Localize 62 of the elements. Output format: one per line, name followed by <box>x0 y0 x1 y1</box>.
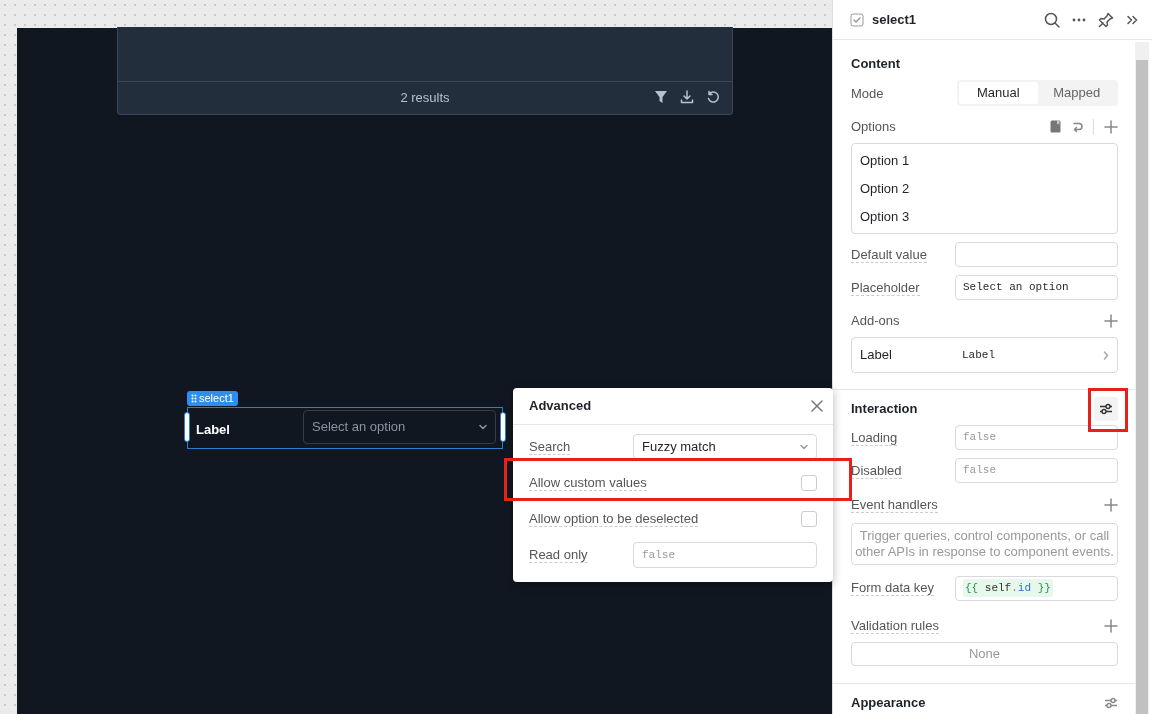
checkbox-icon <box>850 12 864 27</box>
loop-icon[interactable] <box>1071 120 1083 133</box>
field-label: Mode <box>851 85 884 101</box>
code-field[interactable]: {{ self.id }} <box>955 575 1118 601</box>
mode-tab[interactable]: Manual <box>959 82 1038 104</box>
input-field[interactable]: Select an option <box>955 275 1118 300</box>
pin-icon[interactable] <box>1098 11 1114 28</box>
book-icon[interactable] <box>1050 120 1061 133</box>
scrollbar[interactable] <box>1135 42 1149 714</box>
add-icon[interactable] <box>1104 313 1118 328</box>
checkbox[interactable] <box>801 475 817 491</box>
setting-label: Allow option to be deselected <box>529 511 699 527</box>
resize-handle[interactable] <box>500 412 506 442</box>
settings-button[interactable] <box>1094 397 1118 421</box>
field-label: Validation rules <box>851 617 939 634</box>
filter-icon[interactable] <box>654 90 668 104</box>
refresh-icon[interactable] <box>706 90 720 104</box>
result-count: 2 results <box>400 89 450 108</box>
input-field[interactable] <box>955 242 1118 267</box>
section-heading: Content <box>851 55 901 74</box>
field-label: Placeholder <box>851 279 920 296</box>
field-label: Form data key <box>851 580 935 596</box>
option-item[interactable]: Option 2 <box>860 175 1109 203</box>
collapse-icon[interactable] <box>1126 14 1138 25</box>
search-icon[interactable] <box>1044 11 1060 28</box>
add-icon[interactable] <box>1104 618 1118 633</box>
add-icon[interactable] <box>1104 498 1118 512</box>
resize-handle[interactable] <box>184 412 190 442</box>
component-name: select1 <box>872 10 918 29</box>
setting-label: Search <box>529 439 571 455</box>
sliders-icon[interactable] <box>1104 697 1118 709</box>
empty-state-text: None <box>851 642 1118 666</box>
setting-label: Allow custom values <box>529 475 647 491</box>
field-label: Loading <box>851 429 898 446</box>
mode-tab[interactable]: Mapped <box>1037 82 1116 104</box>
section-heading: Interaction <box>851 400 918 419</box>
field-label: Default value <box>851 246 927 263</box>
field-label: Options <box>851 119 896 134</box>
drag-handle-icon[interactable] <box>191 394 197 403</box>
more-icon[interactable] <box>1072 17 1086 22</box>
setting-label: Read only <box>529 547 588 563</box>
close-icon[interactable] <box>811 400 823 412</box>
field-label: Disabled <box>851 462 902 479</box>
addon-row[interactable]: Label Label <box>851 337 1118 373</box>
download-icon[interactable] <box>680 90 694 104</box>
checkbox[interactable] <box>801 511 817 527</box>
chevron-right-icon <box>1103 350 1109 360</box>
add-icon[interactable] <box>1104 119 1118 134</box>
caret-icon <box>479 424 487 430</box>
select-field[interactable]: Select an option <box>303 410 496 444</box>
field-label: Add-ons <box>851 313 900 328</box>
field-label: Event handlers <box>851 497 938 513</box>
select-field[interactable]: Fuzzy match <box>633 434 817 460</box>
field-label: Label <box>196 421 230 439</box>
sliders-icon <box>1099 403 1113 415</box>
popover-title: Advanced <box>529 397 592 416</box>
empty-state-text: Trigger queries, control components, or call other APIs in response to component events. <box>851 523 1118 565</box>
option-item[interactable]: Option 3 <box>860 203 1109 231</box>
caret-icon <box>800 444 808 450</box>
section-heading: Appearance <box>851 694 926 713</box>
option-item[interactable]: Option 1 <box>860 147 1109 175</box>
highlight-box <box>1088 388 1128 432</box>
